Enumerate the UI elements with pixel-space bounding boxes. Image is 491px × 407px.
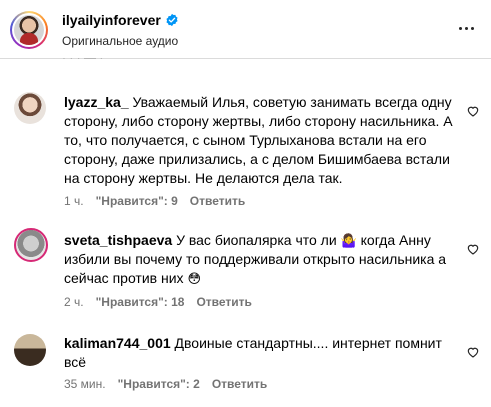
comment-text: sveta_tishpaeva У вас биопалярка что ли … bbox=[64, 231, 454, 288]
comment-meta: 35 мин. "Нравится": 2 Ответить bbox=[64, 377, 267, 391]
comment-time[interactable]: 2 ч. bbox=[64, 295, 84, 309]
more-options-icon[interactable] bbox=[455, 22, 479, 36]
comment-text: lyazz_ka_ Уважаемый Илья, советую занима… bbox=[64, 93, 454, 188]
heart-icon[interactable] bbox=[466, 345, 480, 359]
comment-likes[interactable]: "Нравится": 9 bbox=[96, 194, 178, 208]
commenter-username[interactable]: kaliman744_001 bbox=[64, 335, 171, 351]
verified-badge-icon bbox=[166, 13, 178, 27]
author-username-row[interactable]: ilyailyinforever bbox=[62, 12, 179, 28]
reply-button[interactable]: Ответить bbox=[212, 377, 267, 391]
author-avatar[interactable] bbox=[10, 11, 48, 49]
comment-likes[interactable]: "Нравится": 2 bbox=[118, 377, 200, 391]
commenter-username[interactable]: lyazz_ka_ bbox=[64, 94, 129, 110]
reply-button[interactable]: Ответить bbox=[190, 194, 245, 208]
commenter-avatar[interactable] bbox=[14, 92, 46, 124]
heart-icon[interactable] bbox=[466, 104, 480, 118]
flushed-face-emoji: 😳 bbox=[187, 271, 201, 286]
comment-meta: 2 ч. "Нравится": 18 Ответить bbox=[64, 295, 252, 309]
heart-icon[interactable] bbox=[466, 242, 480, 256]
comment-meta: 1 ч. "Нравится": 9 Ответить bbox=[64, 194, 245, 208]
reply-button[interactable]: Ответить bbox=[196, 295, 251, 309]
post-header: ilyailyinforever Оригинальное аудио bbox=[0, 0, 491, 59]
commenter-avatar[interactable] bbox=[14, 228, 48, 262]
commenter-username[interactable]: sveta_tishpaeva bbox=[64, 232, 172, 248]
comment-time[interactable]: 1 ч. bbox=[64, 194, 84, 208]
comment-time[interactable]: 35 мин. bbox=[64, 377, 106, 391]
clipped-previous-content: · · · — · bbox=[62, 58, 142, 66]
comment-likes[interactable]: "Нравится": 18 bbox=[96, 295, 185, 309]
audio-subtitle[interactable]: Оригинальное аудио bbox=[62, 34, 178, 48]
comment-text: kaliman744_001 Двоиные стандартны.... ин… bbox=[64, 334, 454, 372]
author-username[interactable]: ilyailyinforever bbox=[62, 12, 161, 28]
commenter-avatar[interactable] bbox=[14, 334, 46, 366]
woman-shrugging-emoji: 🤷‍♀️ bbox=[340, 233, 357, 248]
comment-body: У вас биопалярка что ли bbox=[176, 232, 337, 248]
